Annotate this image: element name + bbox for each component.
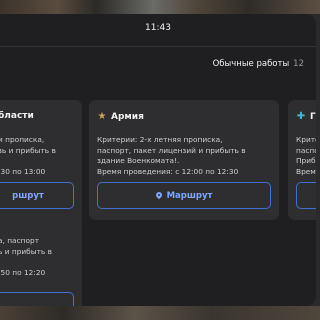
route-button[interactable] [296, 182, 316, 209]
job-card[interactable]: а, паспорт ь и прибыть в :50 по 12:20 [0, 212, 82, 306]
job-card-title: ✚Го [296, 111, 316, 122]
route-button[interactable] [0, 292, 74, 306]
star-icon: ★ [97, 111, 107, 122]
route-button[interactable]: Маршрут [97, 182, 271, 209]
game-backdrop-bottom [0, 306, 320, 320]
clock: 11:43 [145, 23, 171, 33]
phone-panel: 11:43 Обычные работы 12 бласти и прописка… [0, 14, 316, 306]
section-header: Обычные работы 12 [213, 59, 304, 69]
location-pin-icon [154, 190, 163, 199]
route-button-label: ршрут [12, 190, 44, 201]
game-backdrop-top [0, 0, 320, 14]
plus-icon: ✚ [296, 111, 306, 122]
job-card-title: ★ Армия [97, 111, 144, 122]
route-button[interactable]: ршрут [0, 182, 74, 209]
job-card[interactable]: бласти и прописка, зь и прибыть в :30 по… [0, 100, 82, 220]
section-count: 12 [293, 59, 304, 69]
job-card-army[interactable]: ★ Армия Критерии: 2-х летняя прописка, па… [89, 100, 279, 220]
job-card-description: а, паспорт ь и прибыть в :50 по 12:20 [0, 236, 52, 277]
route-button-label: Маршрут [166, 190, 213, 201]
section-title: Обычные работы [212, 59, 290, 69]
job-card-title: бласти [0, 111, 34, 121]
job-card-description: Крите паспо Прибы Время [296, 135, 316, 176]
job-card[interactable]: ✚Го Крите паспо Прибы Время [288, 100, 316, 220]
job-card-description: Критерии: 2-х летняя прописка, паспорт, … [97, 135, 246, 176]
job-card-description: и прописка, зь и прибыть в :30 по 13:00 [0, 135, 56, 176]
status-bar: 11:43 [0, 14, 316, 47]
